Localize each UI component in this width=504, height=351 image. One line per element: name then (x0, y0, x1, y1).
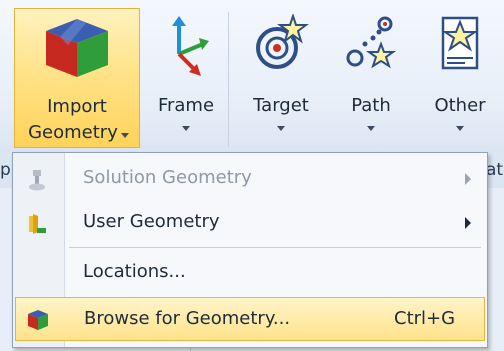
chevron-right-icon (465, 173, 471, 185)
group-label-fragment-right: ath (486, 160, 504, 180)
import-geometry-menu: Solution Geometry User Geometry Location… (12, 152, 488, 348)
chevron-right-icon (465, 217, 471, 229)
target-button[interactable]: Target (238, 8, 324, 148)
frame-label: Frame (157, 95, 215, 116)
ribbon: Import Geometry Frame Target Path Other (0, 0, 504, 153)
menu-item-label: User Geometry (83, 211, 220, 232)
other-label: Other (434, 95, 486, 116)
ribbon-separator (228, 12, 229, 147)
menu-item-browse-for-geometry[interactable]: Browse for Geometry... Ctrl+G (15, 297, 485, 341)
import-geometry-icon (38, 15, 116, 87)
group-label-fragment-left: p (0, 160, 11, 180)
frame-button[interactable]: Frame (150, 8, 222, 148)
menu-item-shortcut: Ctrl+G (394, 308, 456, 329)
import-geometry-button[interactable]: Import Geometry (14, 8, 140, 148)
import-geometry-label-1: Import (47, 96, 107, 117)
import-geometry-label-2: Geometry (28, 122, 118, 143)
menu-item-label: Browse for Geometry... (84, 308, 291, 329)
other-icon (435, 14, 485, 82)
menu-item-locations[interactable]: Locations... (15, 253, 485, 293)
chevron-down-icon (367, 126, 375, 131)
frame-icon (161, 14, 211, 84)
target-label: Target (253, 95, 309, 116)
chevron-down-icon (456, 126, 464, 131)
path-icon (343, 14, 399, 80)
solution-geometry-icon (25, 168, 49, 192)
menu-item-user-geometry[interactable]: User Geometry (15, 203, 485, 243)
user-geometry-icon (25, 212, 49, 236)
menu-item-label: Locations... (83, 261, 186, 282)
chevron-down-icon (277, 126, 285, 131)
path-button[interactable]: Path (330, 8, 412, 148)
menu-item-label: Solution Geometry (83, 167, 252, 188)
other-button[interactable]: Other (420, 8, 500, 148)
chevron-down-icon (182, 126, 190, 131)
import-geometry-icon (26, 308, 50, 332)
target-icon (253, 12, 309, 80)
menu-separator (69, 247, 481, 248)
path-label: Path (351, 95, 391, 116)
chevron-down-icon (121, 133, 129, 138)
menu-item-solution-geometry[interactable]: Solution Geometry (15, 159, 485, 199)
